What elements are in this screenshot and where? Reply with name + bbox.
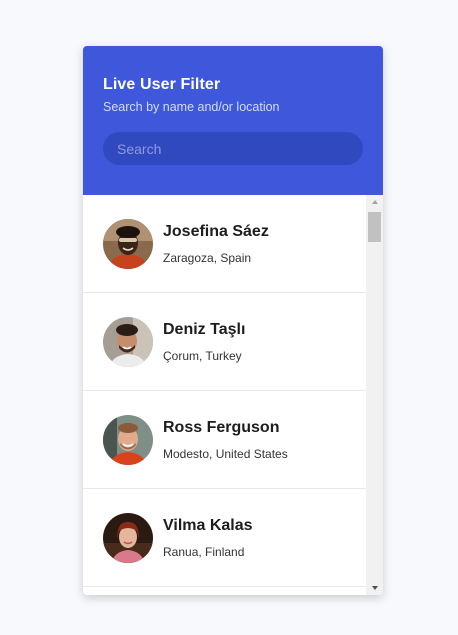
scrollbar-thumb[interactable] — [368, 212, 381, 242]
user-location: Zaragoza, Spain — [163, 250, 252, 265]
list-scrollbar[interactable] — [366, 195, 383, 595]
user-filter-card: Live User Filter Search by name and/or l… — [83, 46, 383, 595]
user-avatar-icon — [103, 414, 153, 465]
avatar — [103, 414, 153, 465]
user-location: Modesto, United States — [163, 446, 288, 461]
avatar — [103, 218, 153, 269]
user-avatar-icon — [103, 512, 153, 563]
user-avatar-icon — [103, 218, 153, 269]
list-item: Ross Ferguson Modesto, United States — [83, 391, 366, 489]
avatar — [103, 316, 153, 367]
scroll-down-arrow-icon[interactable] — [366, 581, 383, 595]
header-title: Live User Filter — [103, 76, 221, 93]
header-subtitle: Search by name and/or location — [103, 100, 280, 114]
scroll-up-arrow-icon[interactable] — [366, 195, 383, 209]
search-input[interactable] — [103, 132, 363, 165]
card-header: Live User Filter Search by name and/or l… — [83, 46, 383, 195]
list-item: Vilma Kalas Ranua, Finland — [83, 489, 366, 587]
avatar — [103, 512, 153, 563]
user-avatar-icon — [103, 316, 153, 367]
user-location: Çorum, Turkey — [163, 348, 242, 363]
user-list-container: Josefina Sáez Zaragoza, Spain Deniz Taşl… — [83, 195, 383, 595]
user-name: Deniz Taşlı — [163, 320, 246, 338]
list-item: Josefina Sáez Zaragoza, Spain — [83, 195, 366, 293]
user-location: Ranua, Finland — [163, 544, 245, 559]
user-name: Vilma Kalas — [163, 516, 253, 534]
list-item: Deniz Taşlı Çorum, Turkey — [83, 293, 366, 391]
user-name: Josefina Sáez — [163, 222, 269, 240]
user-list[interactable]: Josefina Sáez Zaragoza, Spain Deniz Taşl… — [83, 195, 366, 595]
user-name: Ross Ferguson — [163, 418, 280, 436]
